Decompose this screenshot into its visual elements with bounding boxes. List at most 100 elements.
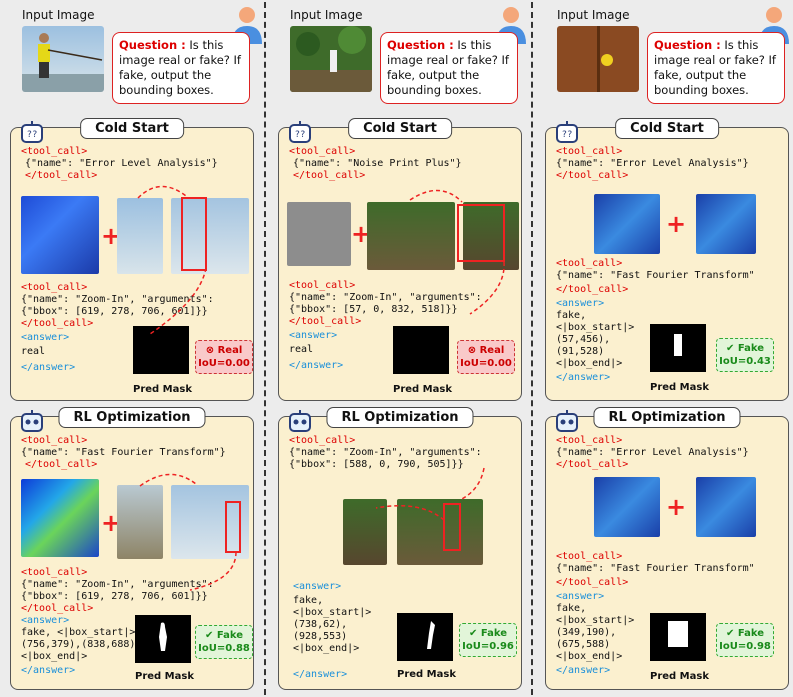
column-divider	[531, 2, 533, 695]
input-image-copy	[367, 202, 455, 270]
svg-text:??: ??	[27, 130, 38, 140]
tool-call-open: <tool_call>	[21, 567, 88, 578]
check-circle-icon: ✔	[204, 630, 214, 641]
badge-iou: IoU=0.96	[462, 641, 514, 652]
result-badge: ✔ Fake IoU=0.43	[716, 338, 774, 372]
robot-icon: ??	[289, 121, 311, 143]
pred-mask	[133, 326, 189, 374]
question-box: Question : Is this image real or fake? I…	[647, 32, 785, 104]
tool-name: {"name": "Fast Fourier Transform"}	[21, 447, 226, 458]
answer-text: real	[21, 346, 46, 357]
column-3: Input Image Question : Is this image rea…	[535, 0, 793, 697]
input-image-copy	[117, 485, 163, 559]
fft-result-image	[696, 477, 756, 537]
panel-title: Cold Start	[348, 118, 452, 139]
input-image-copy	[397, 499, 483, 565]
pred-mask-label: Pred Mask	[133, 384, 192, 395]
tool-call-close: </tool_call>	[556, 459, 629, 470]
tool-name: {"name": "Error Level Analysis"}	[556, 158, 749, 169]
answer-close: </answer>	[556, 665, 611, 676]
tool-name: {"name": "Error Level Analysis"}	[25, 158, 218, 169]
tool-call-open: <tool_call>	[556, 146, 623, 157]
pred-mask-label: Pred Mask	[393, 384, 452, 395]
check-circle-icon: ✔	[725, 628, 735, 639]
fft-result-image	[696, 194, 756, 254]
badge-label: Fake	[480, 628, 508, 639]
tool-call-close: </tool_call>	[556, 284, 629, 295]
tool-call-close: </tool_call>	[556, 170, 629, 181]
result-badge: ✔ Fake IoU=0.88	[195, 625, 253, 659]
tool-name: {"name": "Zoom-In", "arguments": {"bbox"…	[21, 294, 214, 317]
zoomed-crop-image	[343, 499, 387, 565]
panel-title: RL Optimization	[326, 407, 474, 428]
svg-text:??: ??	[295, 130, 306, 140]
x-circle-icon: ⊗	[467, 345, 477, 356]
badge-iou: IoU=0.98	[719, 641, 771, 652]
answer-open: <answer>	[556, 591, 605, 602]
robot-icon	[289, 410, 311, 432]
answer-text: fake, <|box_start|> (738,62), (928,553) …	[293, 595, 372, 654]
tool-call-open: <tool_call>	[289, 146, 356, 157]
input-image-copy	[117, 198, 163, 274]
tool-call-close: </tool_call>	[556, 577, 629, 588]
robot-icon	[21, 410, 43, 432]
question-box: Question : Is this image real or fake? I…	[380, 32, 518, 104]
tool-call-open: <tool_call>	[556, 258, 623, 269]
robot-icon	[556, 410, 578, 432]
robot-icon: ??	[21, 121, 43, 143]
rl-optimization-panel: RL Optimization <tool_call> {"name": "Fa…	[10, 407, 254, 690]
tool-call-open: <tool_call>	[21, 282, 88, 293]
panel-title: RL Optimization	[58, 407, 206, 428]
question-box: Question : Is this image real or fake? I…	[112, 32, 250, 104]
tool-name: {"name": "Noise Print Plus"}	[293, 158, 462, 169]
input-image-thumbnail	[557, 26, 639, 92]
badge-iou: IoU=0.00	[460, 358, 512, 369]
pred-mask	[650, 613, 706, 661]
question-prefix: Question :	[654, 38, 721, 52]
panel-title: Cold Start	[80, 118, 184, 139]
tool-name: {"name": "Fast Fourier Transform"	[556, 563, 755, 574]
tool-call-open: <tool_call>	[289, 435, 356, 446]
tool-call-close: </tool_call>	[289, 316, 362, 327]
badge-label: Fake	[216, 630, 244, 641]
tool-call-open: <tool_call>	[556, 551, 623, 562]
answer-text: fake, <|box_start|> (756,379),(838,688) …	[21, 627, 136, 662]
tool-name: {"name": "Zoom-In", "arguments": {"bbox"…	[289, 292, 482, 315]
question-prefix: Question :	[119, 38, 186, 52]
column-divider	[264, 2, 266, 695]
result-badge: ⊗ Real IoU=0.00	[195, 340, 253, 374]
answer-close: </answer>	[289, 360, 344, 371]
rl-optimization-panel: RL Optimization <tool_call> {"name": "Er…	[545, 407, 789, 690]
tool-call-close: </tool_call>	[21, 603, 94, 614]
input-image-thumbnail	[22, 26, 104, 92]
tool-call-close: </tool_call>	[293, 170, 366, 181]
cold-start-panel: Cold Start ?? <tool_call> {"name": "Erro…	[10, 118, 254, 401]
robot-icon: ??	[556, 121, 578, 143]
badge-iou: IoU=0.00	[198, 358, 250, 369]
answer-close: </answer>	[21, 665, 76, 676]
result-badge: ✔ Fake IoU=0.96	[459, 623, 517, 657]
pred-mask	[397, 613, 453, 661]
tool-call-open: <tool_call>	[21, 435, 88, 446]
tool-call-open: <tool_call>	[289, 280, 356, 291]
pred-mask	[135, 615, 191, 663]
pred-mask-label: Pred Mask	[650, 671, 709, 682]
badge-label: Real	[479, 345, 505, 356]
plus-icon: +	[666, 210, 687, 238]
zoom-source-image	[171, 485, 249, 559]
tool-call-open: <tool_call>	[556, 435, 623, 446]
ela-result-image	[594, 194, 660, 254]
answer-open: <answer>	[556, 298, 605, 309]
column-1: Input Image Question : Is this image rea…	[0, 0, 262, 697]
plus-icon: +	[666, 493, 687, 521]
tool-call-close: </tool_call>	[21, 318, 94, 329]
badge-iou: IoU=0.88	[198, 643, 250, 654]
answer-close: </answer>	[556, 372, 611, 383]
answer-text: fake, <|box_start|> (349,190), (675,588)…	[556, 603, 635, 662]
check-circle-icon: ✔	[468, 628, 478, 639]
x-circle-icon: ⊗	[205, 345, 215, 356]
panel-title: RL Optimization	[593, 407, 741, 428]
input-image-label: Input Image	[22, 8, 95, 22]
answer-text: fake, <|box_start|> (57,456), (91,528) <…	[556, 310, 635, 369]
tool-name: {"name": "Fast Fourier Transform"	[556, 270, 755, 281]
